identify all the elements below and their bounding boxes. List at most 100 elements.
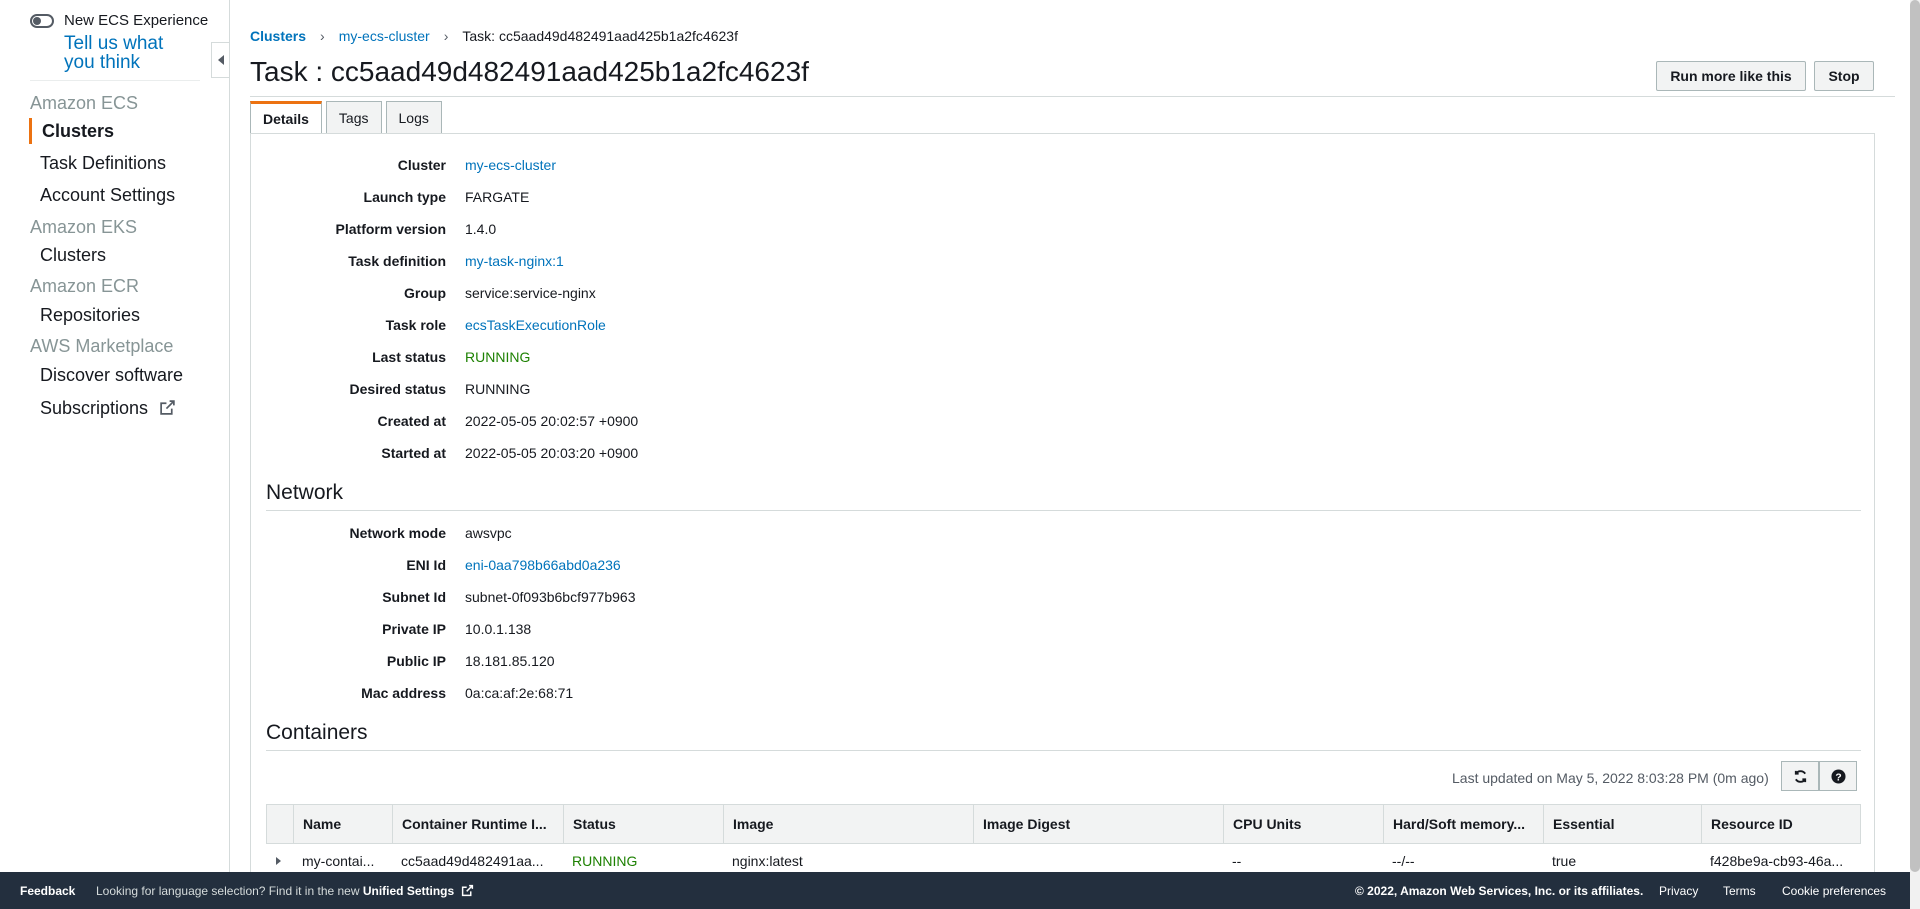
last-status-value: RUNNING — [465, 349, 531, 365]
breadcrumb-current: Task: cc5aad49d482491aad425b1a2fc4623f — [462, 28, 738, 44]
detail-key: Mac address — [361, 685, 446, 701]
task-role-link[interactable]: ecsTaskExecutionRole — [465, 317, 606, 333]
column-header[interactable]: Status — [564, 805, 724, 843]
tab-tags[interactable]: Tags — [325, 101, 382, 133]
nav-section-aws-marketplace[interactable]: AWS Marketplace — [30, 336, 173, 357]
divider — [30, 80, 200, 81]
detail-row-cluster: Cluster my-ecs-cluster — [250, 157, 556, 173]
new-ecs-experience-toggle-row[interactable]: New ECS Experience — [30, 12, 208, 29]
sidebar-item-repositories[interactable]: Repositories — [40, 305, 140, 326]
detail-row-task-definition: Task definition my-task-nginx:1 — [250, 253, 564, 269]
column-header[interactable]: Resource ID — [1702, 805, 1860, 843]
sidebar-item-account-settings[interactable]: Account Settings — [40, 185, 175, 206]
detail-row-created-at: Created at 2022-05-05 20:02:57 +0900 — [250, 413, 639, 429]
feedback-link[interactable]: Feedback — [20, 884, 75, 898]
breadcrumb-cluster[interactable]: my-ecs-cluster — [339, 28, 430, 44]
tab-logs[interactable]: Logs — [385, 101, 442, 133]
detail-value: RUNNING — [465, 381, 531, 397]
help-button[interactable]: ? — [1819, 761, 1857, 791]
privacy-link[interactable]: Privacy — [1659, 884, 1698, 898]
detail-value: awsvpc — [465, 525, 512, 541]
new-ecs-experience-toggle[interactable] — [30, 13, 54, 28]
sidebar-item-subscriptions[interactable]: Subscriptions — [40, 398, 176, 419]
nav-section-amazon-eks[interactable]: Amazon EKS — [30, 217, 137, 238]
detail-key: Cluster — [397, 157, 446, 173]
detail-value: 2022-05-05 20:03:20 +0900 — [465, 445, 639, 461]
network-row-public-ip: Public IP 18.181.85.120 — [250, 653, 555, 669]
table-cell[interactable]: my-contai... — [293, 853, 392, 869]
network-row-private-ip: Private IP 10.0.1.138 — [250, 621, 531, 637]
sidebar: New ECS Experience Tell us what you thin… — [0, 0, 230, 872]
column-header[interactable]: CPU Units — [1224, 805, 1384, 843]
table-cell: nginx:latest — [732, 853, 803, 869]
caret-left-icon — [217, 55, 224, 65]
column-header[interactable]: Name — [294, 805, 393, 843]
detail-key: Last status — [372, 349, 446, 365]
expand-row-button[interactable] — [266, 857, 293, 865]
detail-key: Created at — [377, 413, 446, 429]
tab-details[interactable]: Details — [250, 101, 322, 134]
network-row-subnet: Subnet Id subnet-0f093b6bcf977b963 — [250, 589, 635, 605]
collapse-sidebar-button[interactable] — [211, 42, 229, 78]
network-row-mac: Mac address 0a:ca:af:2e:68:71 — [250, 685, 573, 701]
detail-row-platform-version: Platform version 1.4.0 — [250, 221, 497, 237]
column-header[interactable]: Hard/Soft memory... — [1384, 805, 1544, 843]
detail-key: Network mode — [349, 525, 446, 541]
detail-key: Launch type — [363, 189, 446, 205]
copyright-text: © 2022, Amazon Web Services, Inc. or its… — [1355, 883, 1644, 898]
detail-key: Started at — [381, 445, 446, 461]
run-more-button[interactable]: Run more like this — [1656, 61, 1806, 91]
expand-column-header — [267, 805, 294, 843]
sidebar-item-eks-clusters[interactable]: Clusters — [40, 245, 106, 266]
cookie-preferences-link[interactable]: Cookie preferences — [1782, 884, 1886, 898]
divider — [250, 96, 1895, 97]
table-header: Name Container Runtime I... Status Image… — [266, 804, 1861, 844]
detail-value: FARGATE — [465, 189, 530, 205]
refresh-button[interactable] — [1781, 761, 1819, 791]
containers-table: Name Container Runtime I... Status Image… — [266, 804, 1861, 878]
table-cell: true — [1552, 853, 1577, 869]
detail-value: 0a:ca:af:2e:68:71 — [465, 685, 574, 701]
nav-section-amazon-ecs[interactable]: Amazon ECS — [30, 93, 138, 114]
nav-section-amazon-ecr[interactable]: Amazon ECR — [30, 276, 139, 297]
detail-row-group: Group service:service-nginx — [250, 285, 596, 301]
detail-key: Public IP — [386, 653, 446, 669]
sidebar-item-task-definitions[interactable]: Task Definitions — [40, 153, 166, 174]
caret-right-icon — [276, 857, 281, 865]
external-link-icon — [461, 884, 473, 896]
column-header[interactable]: Image Digest — [974, 805, 1224, 843]
unified-settings-link[interactable]: Unified Settings — [363, 884, 454, 898]
detail-row-started-at: Started at 2022-05-05 20:03:20 +0900 — [250, 445, 638, 461]
page-title: Task : cc5aad49d482491aad425b1a2fc4623f — [250, 56, 809, 87]
detail-key: ENI Id — [406, 557, 446, 573]
breadcrumb: Clusters › my-ecs-cluster › Task: cc5aad… — [250, 28, 738, 44]
tab-bar: Details Tags Logs — [250, 101, 442, 134]
terms-link[interactable]: Terms — [1723, 884, 1756, 898]
eni-link[interactable]: eni-0aa798b66abd0a236 — [465, 557, 621, 573]
column-header[interactable]: Container Runtime I... — [393, 805, 564, 843]
sidebar-item-ecs-clusters[interactable]: Clusters — [42, 121, 114, 142]
column-header[interactable]: Essential — [1544, 805, 1702, 843]
details-panel — [250, 133, 1875, 873]
detail-key: Desired status — [349, 381, 446, 397]
language-notice-text: Looking for language selection? Find it … — [96, 883, 363, 898]
chevron-right-icon: › — [443, 28, 449, 44]
divider — [266, 750, 1861, 751]
task-definition-link[interactable]: my-task-nginx:1 — [465, 253, 564, 269]
breadcrumb-clusters[interactable]: Clusters — [250, 28, 306, 44]
cluster-link[interactable]: my-ecs-cluster — [465, 157, 556, 173]
divider — [266, 510, 1861, 511]
tell-us-link[interactable]: Tell us what you think — [64, 34, 184, 72]
network-row-mode: Network mode awsvpc — [250, 525, 512, 541]
table-cell: -- — [1232, 853, 1242, 869]
refresh-icon — [1794, 769, 1806, 783]
sidebar-item-discover-software[interactable]: Discover software — [40, 365, 183, 386]
scrollbar-thumb[interactable] — [1910, 0, 1920, 872]
stop-button[interactable]: Stop — [1814, 61, 1874, 91]
detail-value: 2022-05-05 20:02:57 +0900 — [465, 413, 639, 429]
footer: Feedback Looking for language selection?… — [0, 872, 1910, 909]
column-header[interactable]: Image — [724, 805, 974, 843]
detail-key: Task definition — [348, 253, 446, 269]
detail-row-launch-type: Launch type FARGATE — [250, 189, 530, 205]
detail-row-last-status: Last status RUNNING — [250, 349, 530, 365]
